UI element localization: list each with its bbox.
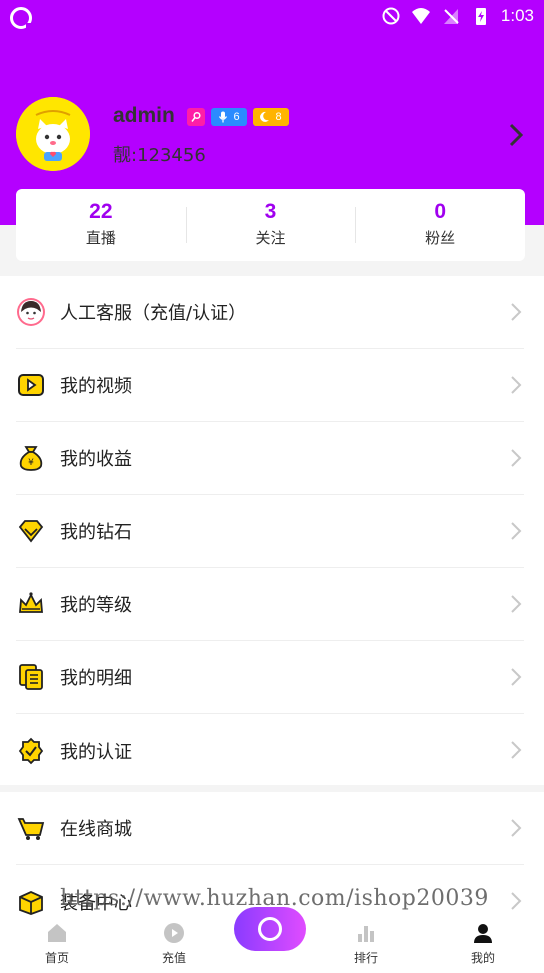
moon-icon (260, 111, 270, 122)
app-notification-icon (10, 7, 33, 30)
menu-item-label: 在线商城 (60, 819, 132, 840)
user-badges: 6 8 (187, 108, 289, 126)
live-center-icon (258, 917, 282, 941)
verified-badge-icon (18, 737, 44, 764)
nav-recharge[interactable]: 充值 (144, 915, 204, 973)
bar-chart-icon (358, 926, 374, 942)
stat-fans[interactable]: 0 粉丝 (355, 189, 525, 261)
menu-item-label: 我的收益 (60, 449, 132, 470)
stat-following-label: 关注 (255, 229, 286, 247)
person-icon (474, 924, 492, 943)
chevron-right-icon (511, 668, 522, 686)
stat-fans-label: 粉丝 (425, 229, 456, 247)
cat-avatar-icon (16, 97, 90, 171)
chevron-right-icon[interactable] (504, 121, 528, 149)
nav-home-label: 首页 (44, 951, 69, 965)
nav-ranking-label: 排行 (353, 951, 378, 965)
menu-item-my-videos[interactable]: 我的视频 (16, 349, 524, 422)
badge-anchor-level: 6 (211, 108, 247, 126)
menu-item-label: 我的等级 (60, 595, 132, 616)
chevron-right-icon (511, 522, 522, 540)
mic-icon (219, 111, 228, 123)
menu-item-online-shop[interactable]: 在线商城 (16, 792, 524, 865)
menu-item-my-earnings[interactable]: ¥ 我的收益 (16, 422, 524, 495)
chevron-right-icon (511, 376, 522, 394)
nav-ranking[interactable]: 排行 (336, 915, 396, 973)
nav-recharge-label: 充值 (161, 951, 186, 965)
status-bar: 1:03 (0, 0, 544, 36)
menu-item-label: 我的明细 (60, 668, 132, 689)
badge-user-level-value: 8 (275, 111, 282, 123)
menu-item-my-details[interactable]: 我的明细 (16, 641, 524, 714)
nav-mine[interactable]: 我的 (453, 915, 513, 973)
menu-item-label: 我的认证 (60, 741, 132, 763)
do-not-disturb-icon (382, 7, 400, 25)
chevron-right-icon (511, 819, 522, 837)
menu-item-label: 我的视频 (60, 376, 132, 397)
play-circle-icon (164, 923, 184, 943)
stat-following[interactable]: 3 关注 (185, 189, 356, 261)
video-icon (18, 374, 44, 396)
avatar[interactable] (16, 97, 90, 171)
username: admin (113, 104, 175, 127)
stats-card: 22 直播 3 关注 0 粉丝 (16, 189, 525, 261)
badge-anchor-level-value: 6 (233, 111, 240, 123)
diamond-icon (18, 520, 44, 543)
customer-service-avatar-icon (17, 298, 45, 326)
menu-item-label: 人工客服（充值/认证） (60, 303, 247, 324)
badge-key (187, 108, 205, 126)
chevron-right-icon (511, 595, 522, 613)
detail-list-icon (19, 664, 43, 690)
home-icon (48, 924, 66, 942)
chevron-right-icon (511, 741, 522, 759)
menu-item-label: 我的钻石 (60, 522, 132, 543)
battery-charging-icon (475, 8, 486, 25)
no-signal-icon (443, 9, 459, 24)
key-icon (191, 111, 201, 122)
chevron-right-icon (511, 303, 522, 321)
status-time: 1:03 (500, 6, 534, 25)
stat-live-label: 直播 (85, 229, 116, 247)
nav-mine-label: 我的 (470, 951, 495, 965)
menu-item-my-diamonds[interactable]: 我的钻石 (16, 495, 524, 568)
nav-home[interactable]: 首页 (27, 915, 87, 973)
menu-item-my-verification[interactable]: 我的认证 (16, 714, 524, 787)
money-bag-icon: ¥ (19, 446, 43, 471)
start-live-button[interactable] (234, 907, 306, 951)
equipment-box-icon (19, 890, 43, 915)
badge-user-level: 8 (253, 108, 289, 126)
stat-live[interactable]: 22 直播 (16, 189, 186, 261)
menu-item-customer-service[interactable]: 人工客服（充值/认证） (16, 276, 524, 349)
stat-fans-value: 0 (434, 200, 447, 223)
menu-list-main: 人工客服（充值/认证） 我的视频 ¥ 我的收益 我的钻石 我的等级 我的明细 我… (0, 276, 544, 785)
chevron-right-icon (511, 449, 522, 467)
user-id: 靓:123456 (113, 145, 206, 166)
stat-following-value: 3 (264, 200, 277, 223)
crown-icon (19, 592, 43, 613)
wifi-icon (411, 8, 430, 24)
svg-text:¥: ¥ (28, 458, 34, 468)
shopping-cart-icon (17, 818, 45, 840)
menu-item-my-level[interactable]: 我的等级 (16, 568, 524, 641)
chevron-right-icon (511, 892, 522, 910)
stat-live-value: 22 (89, 200, 113, 223)
